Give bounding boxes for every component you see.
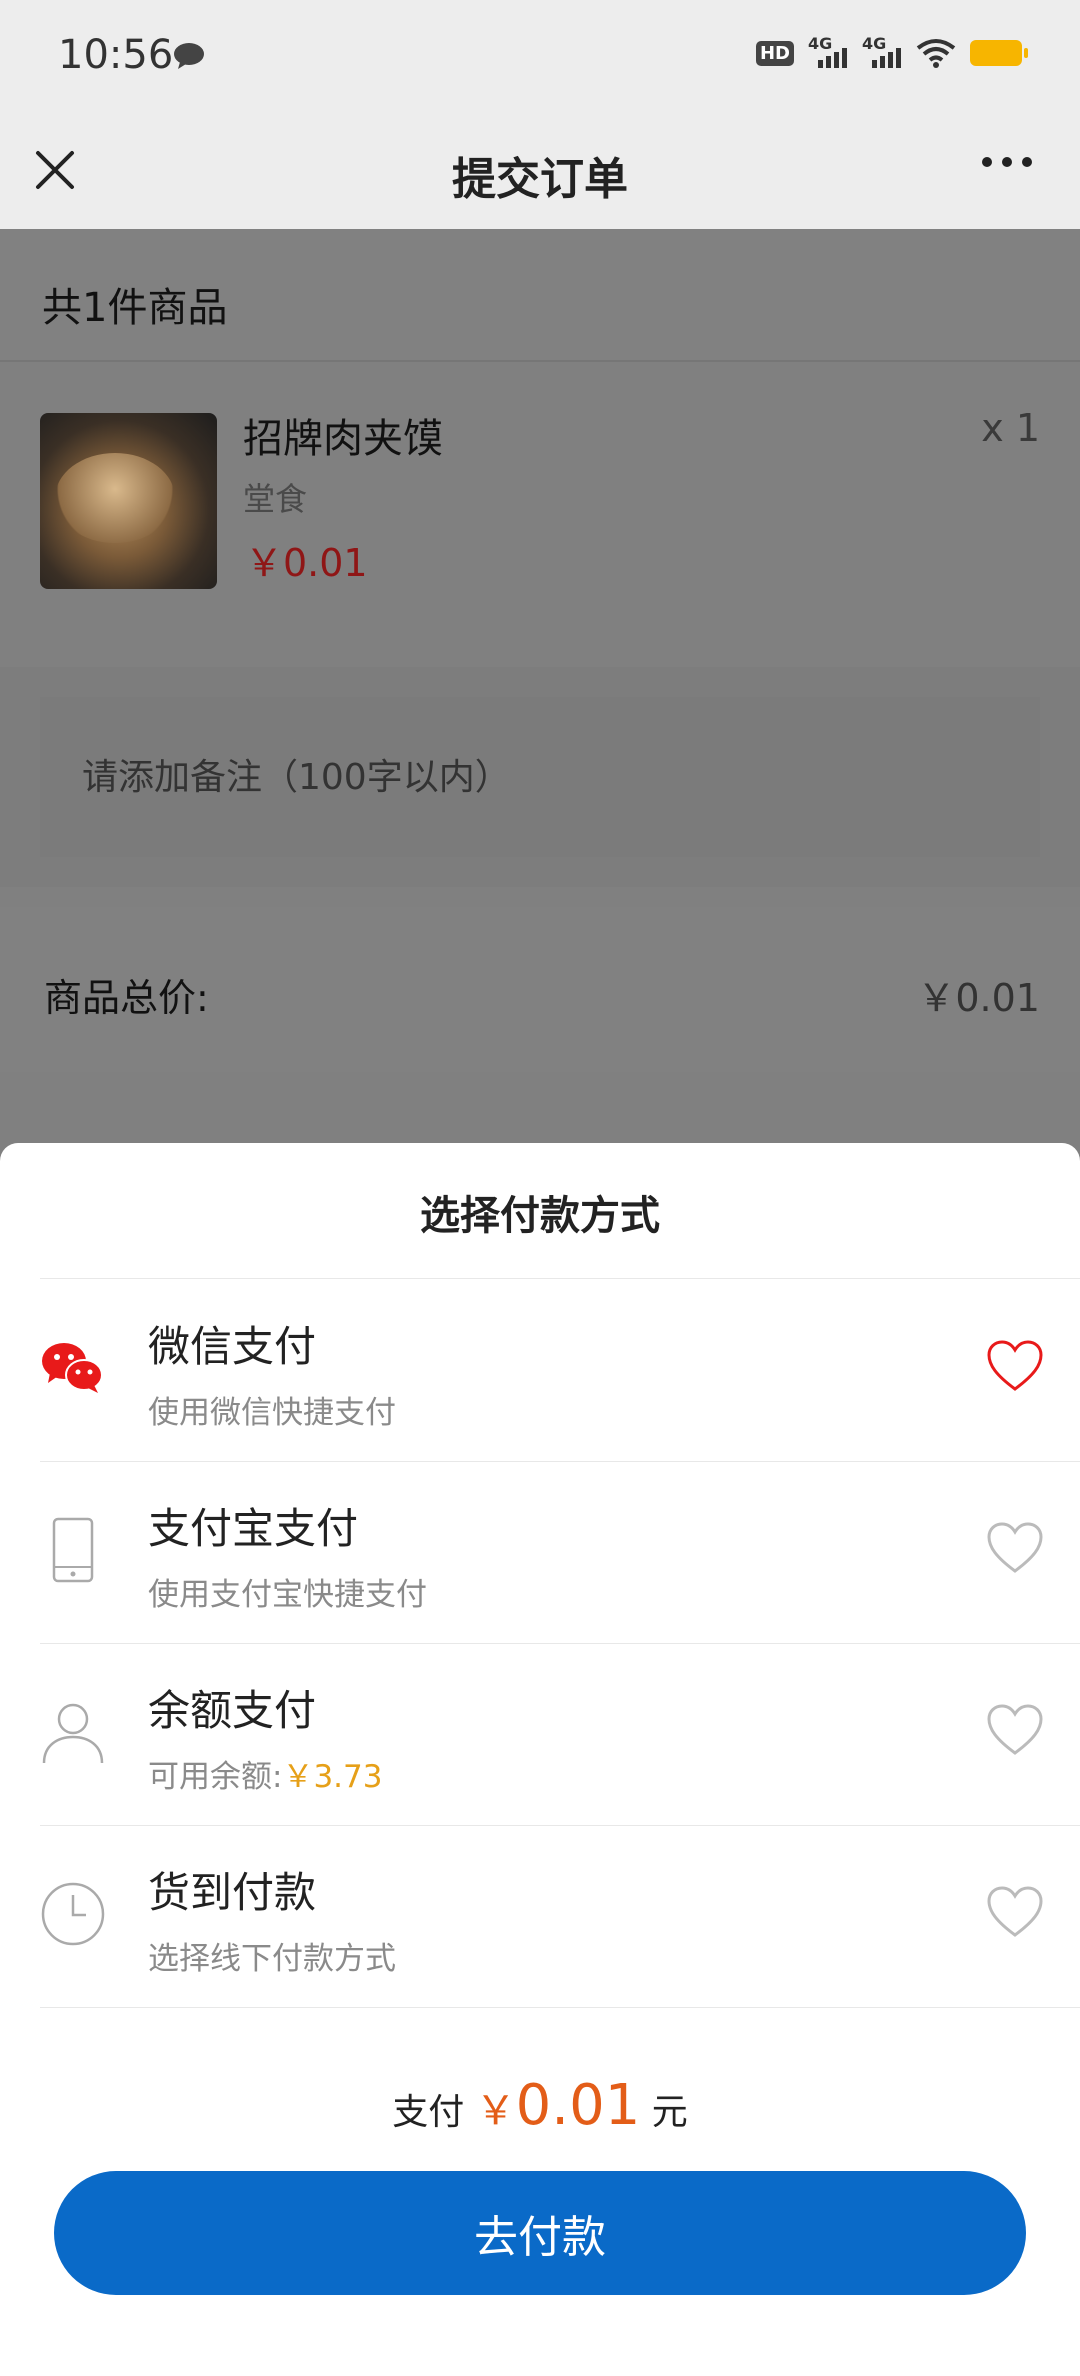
nav-bar: 提交订单 [0, 115, 1080, 229]
payment-sheet: 选择付款方式 微信支付 使用微信快捷支付 支付宝支付 使用支付宝快捷支付 余额支… [0, 1143, 1080, 2376]
payment-method-title: 余额支付 [148, 1686, 317, 1735]
product-type: 堂食 [243, 480, 308, 518]
payment-sheet-title: 选择付款方式 [420, 1193, 660, 1239]
total-value: ￥0.01 [917, 976, 1040, 1020]
payment-method-alipay[interactable]: 支付宝支付 使用支付宝快捷支付 [0, 1461, 1080, 1643]
payment-method-title: 货到付款 [148, 1868, 317, 1917]
summary-amount: 0.01 [515, 2073, 641, 2138]
page-title: 提交订单 [452, 154, 628, 205]
summary-prefix: 支付 [392, 2092, 465, 2133]
item-count: 共1件商品 [42, 285, 228, 331]
payment-method-title: 支付宝支付 [148, 1504, 359, 1553]
balance-amount: ￥3.73 [282, 1759, 383, 1795]
payment-method-subtitle: 可用余额:￥3.73 [148, 1751, 382, 1796]
heart-icon[interactable] [986, 1703, 1044, 1757]
payment-method-title: 微信支付 [148, 1322, 317, 1371]
status-bar: 10:56 HD 4G 4G [0, 0, 1080, 115]
total-section: 商品总价: ￥0.01 [0, 907, 1080, 1072]
wechat-icon [42, 1343, 103, 1393]
product-name: 招牌肉夹馍 [243, 416, 443, 462]
signal-icon: 4G [862, 34, 902, 68]
product-thumbnail [40, 413, 217, 589]
heart-icon[interactable] [986, 1521, 1044, 1575]
clock-icon [41, 1882, 105, 1946]
battery-icon [970, 40, 1028, 66]
status-time: 10:56 [58, 32, 174, 78]
phone-icon [52, 1517, 94, 1583]
payment-method-cod[interactable]: 货到付款 选择线下付款方式 [0, 1825, 1080, 2007]
divider [40, 2007, 1080, 2008]
heart-selected-icon[interactable] [986, 1339, 1044, 1393]
item-count-row: 共1件商品 [0, 229, 1080, 362]
status-icons: HD 4G 4G [755, 34, 1028, 68]
total-label: 商品总价: [44, 976, 209, 1020]
product-row: 招牌肉夹馍 堂食 ￥0.01 x 1 [0, 364, 1080, 652]
summary-suffix: 元 [651, 2092, 688, 2133]
remark-input[interactable] [40, 697, 1040, 857]
product-quantity: x 1 [981, 406, 1040, 450]
signal-icon: 4G [808, 34, 848, 68]
wifi-icon [916, 39, 956, 68]
payment-method-subtitle: 使用微信快捷支付 [148, 1395, 396, 1431]
chat-bubble-icon [174, 43, 204, 69]
product-price: ￥0.01 [245, 541, 368, 585]
user-icon [42, 1703, 104, 1764]
more-icon[interactable] [982, 157, 1032, 167]
payment-method-balance[interactable]: 余额支付 可用余额:￥3.73 [0, 1643, 1080, 1825]
payment-method-wechat[interactable]: 微信支付 使用微信快捷支付 [0, 1279, 1080, 1461]
remark-section [0, 667, 1080, 887]
summary-currency: ￥ [475, 2088, 516, 2134]
heart-icon[interactable] [986, 1885, 1044, 1939]
payment-summary: 支付 ￥0.01 元 [0, 2073, 1080, 2138]
hd-icon: HD [755, 40, 794, 66]
payment-method-subtitle: 使用支付宝快捷支付 [148, 1577, 427, 1613]
balance-label: 可用余额: [148, 1759, 283, 1795]
pay-button[interactable]: 去付款 [54, 2171, 1026, 2295]
payment-method-subtitle: 选择线下付款方式 [148, 1941, 396, 1977]
